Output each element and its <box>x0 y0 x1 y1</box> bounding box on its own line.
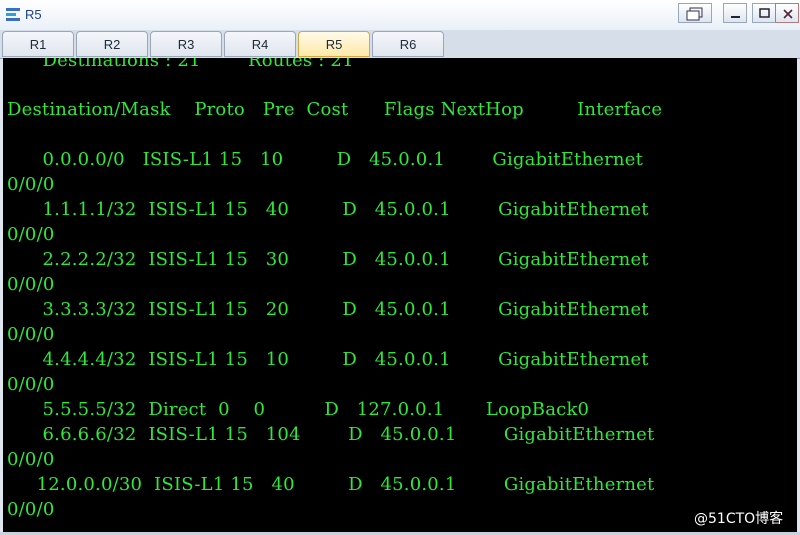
terminal-line: 0/0/0 <box>7 374 55 395</box>
minimize-button[interactable] <box>723 3 747 23</box>
tab-r4[interactable]: R4 <box>224 31 296 57</box>
title-bar: R5 <box>0 0 800 31</box>
close-icon <box>783 9 793 19</box>
terminal-line: 4.4.4.4/32 ISIS-L1 15 10 D 45.0.0.1 Giga… <box>7 349 649 370</box>
tab-r1[interactable]: R1 <box>2 31 74 57</box>
terminal-line: 5.5.5.5/32 Direct 0 0 D 127.0.0.1 LoopBa… <box>7 399 590 420</box>
terminal-line: 2.2.2.2/32 ISIS-L1 15 30 D 45.0.0.1 Giga… <box>7 249 649 270</box>
terminal-line: 0/0/0 <box>7 224 55 245</box>
terminal-line: Destination/Mask Proto Pre Cost Flags Ne… <box>7 99 663 120</box>
watermark-text: @51CTO博客 <box>690 508 788 528</box>
device-tab-bar: R1 R2 R3 R4 R5 R6 <box>0 30 800 59</box>
terminal-line: 0/0/0 <box>7 449 55 470</box>
close-button[interactable] <box>775 3 799 23</box>
terminal-line: 3.3.3.3/32 ISIS-L1 15 20 D 45.0.0.1 Giga… <box>7 299 649 320</box>
terminal-line: 0/0/0 <box>7 174 55 195</box>
window-title: R5 <box>25 7 42 22</box>
restore-windows-icon <box>686 7 703 21</box>
maximize-button[interactable] <box>752 3 776 23</box>
console-terminal[interactable]: Destinations : 21 Routes : 21 Destinatio… <box>3 58 797 532</box>
tab-r6[interactable]: R6 <box>372 31 444 57</box>
terminal-line: 12.0.0.0/30 ISIS-L1 15 40 D 45.0.0.1 Gig… <box>7 474 655 495</box>
terminal-line: 0.0.0.0/0 ISIS-L1 15 10 D 45.0.0.1 Gigab… <box>7 149 644 170</box>
minimize-icon <box>731 16 740 18</box>
terminal-line: 6.6.6.6/32 ISIS-L1 15 104 D 45.0.0.1 Gig… <box>7 424 655 445</box>
tab-r5[interactable]: R5 <box>298 31 370 57</box>
terminal-line: 0/0/0 <box>7 274 55 295</box>
terminal-line: Destinations : 21 Routes : 21 <box>7 58 354 71</box>
terminal-line: 0/0/0 <box>7 324 55 345</box>
restore-windows-button[interactable] <box>678 3 712 23</box>
terminal-line: 0/0/0 <box>7 499 55 520</box>
tab-r2[interactable]: R2 <box>76 31 148 57</box>
tab-r3[interactable]: R3 <box>150 31 222 57</box>
maximize-icon <box>759 8 770 18</box>
terminal-line: 1.1.1.1/32 ISIS-L1 15 40 D 45.0.0.1 Giga… <box>7 199 649 220</box>
router-app-icon <box>6 8 20 21</box>
